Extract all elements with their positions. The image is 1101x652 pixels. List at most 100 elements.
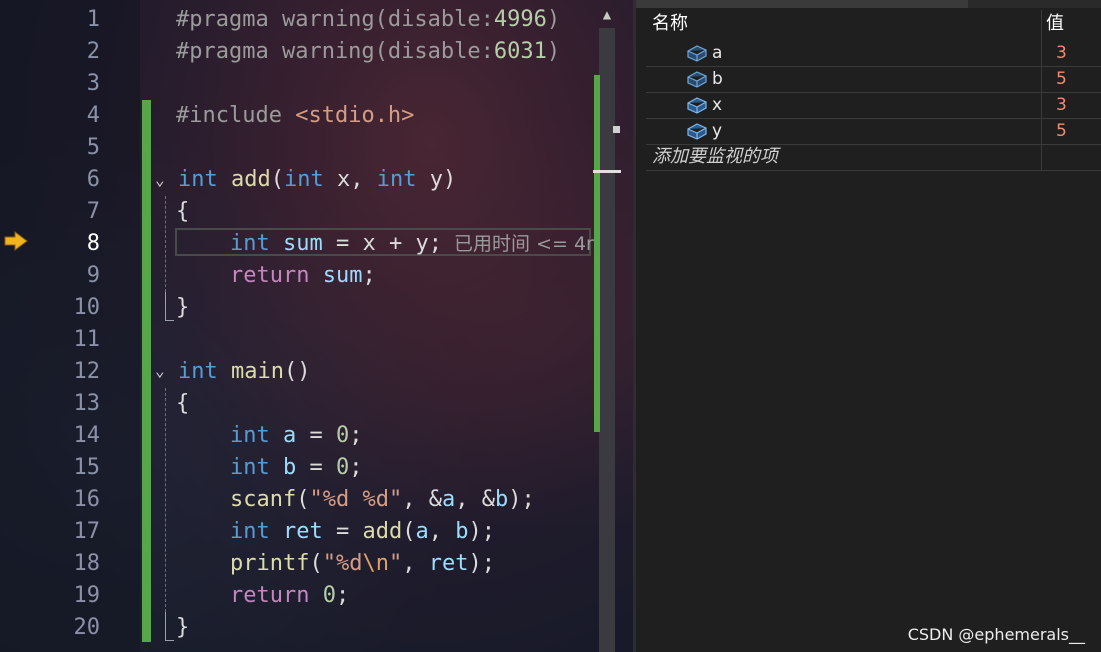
code-line[interactable]: int ret = add(a, b);	[230, 516, 495, 548]
punctuation: )	[442, 167, 457, 192]
code-line[interactable]: }	[176, 292, 189, 324]
line-number: 9	[86, 263, 100, 288]
keyword: int	[376, 167, 417, 192]
function-name: add	[362, 519, 403, 544]
elapsed-time-hint: 已用时间 <= 4r	[441, 233, 594, 255]
line-number: 14	[73, 423, 101, 448]
change-tracking-bar	[142, 100, 151, 642]
column-header-name[interactable]: 名称	[652, 10, 688, 38]
scroll-up-arrow-icon[interactable]: ▲	[599, 4, 615, 26]
line-number-current: 8	[86, 231, 100, 256]
fold-chevron-icon[interactable]: ⌄	[155, 362, 173, 380]
watch-item-value[interactable]: 3	[1056, 40, 1067, 66]
code-line[interactable]: int a = 0;	[230, 420, 363, 452]
line-number: 5	[86, 135, 100, 160]
vertical-scrollbar[interactable]	[599, 28, 615, 652]
number-literal: 0	[336, 455, 350, 480]
line-number: 19	[73, 583, 101, 608]
variable: ret	[428, 551, 469, 576]
keyword: int	[230, 231, 270, 256]
code-line[interactable]: int main()	[178, 356, 310, 388]
code-line[interactable]: {	[176, 388, 189, 420]
number-literal: 4996	[493, 7, 547, 32]
scope-bracket	[165, 612, 174, 641]
include-path: <stdio.h>	[295, 103, 415, 128]
keyword: int	[178, 359, 218, 384]
code-line[interactable]: #include <stdio.h>	[176, 100, 414, 132]
watch-item-value[interactable]: 5	[1056, 118, 1067, 144]
watch-item-name: y	[712, 121, 723, 141]
brace: {	[176, 199, 190, 224]
scrollbar-position-indicator[interactable]	[593, 170, 621, 173]
variable: sum	[309, 263, 363, 288]
column-header-value[interactable]: 值	[1046, 10, 1064, 38]
punctuation: );	[468, 551, 495, 576]
watch-row[interactable]: b 5	[646, 66, 1101, 93]
operator: =	[296, 455, 336, 480]
scrollbar-breakpoint-marker	[613, 126, 620, 133]
brace: {	[176, 391, 190, 416]
keyword-control: return	[230, 583, 310, 608]
add-watch-item-input[interactable]: 添加要监视的项	[652, 144, 778, 170]
keyword: int	[230, 423, 270, 448]
line-number: 4	[86, 103, 100, 128]
line-number: 2	[86, 39, 100, 64]
code-line[interactable]: #pragma warning(disable:4996)	[176, 4, 560, 36]
fold-chevron-icon[interactable]: ⌄	[155, 171, 173, 189]
punctuation: ;	[362, 263, 376, 288]
watch-item-value[interactable]: 5	[1056, 66, 1067, 92]
code-line[interactable]: return sum;	[230, 260, 376, 292]
code-line[interactable]: int b = 0;	[230, 452, 363, 484]
preprocessor-text: #include	[176, 103, 296, 128]
watch-toolbar-segment	[636, 0, 968, 8]
code-line[interactable]: #pragma warning(disable:6031)	[176, 36, 560, 68]
variable: a	[269, 423, 297, 448]
keyword: int	[178, 167, 218, 192]
code-line[interactable]: }	[176, 612, 189, 644]
punctuation: )	[546, 39, 561, 64]
variable: a	[441, 487, 456, 512]
code-line[interactable]: {	[176, 196, 189, 228]
keyword: int	[230, 519, 270, 544]
brace: }	[176, 295, 190, 320]
punctuation: (	[402, 519, 416, 544]
variable-cube-icon	[687, 123, 707, 140]
keyword: int	[230, 455, 270, 480]
punctuation: )	[546, 7, 561, 32]
code-line[interactable]: return 0;	[230, 580, 349, 612]
indent-guide	[165, 196, 166, 292]
brace: }	[176, 615, 190, 640]
variable-cube-icon	[687, 45, 707, 62]
watch-item-value[interactable]: 3	[1056, 92, 1067, 118]
watch-row[interactable]: x 3	[646, 92, 1101, 119]
line-number: 12	[73, 359, 101, 384]
scrollbar-change-marker	[594, 75, 600, 432]
param-text: x,	[323, 167, 377, 192]
watch-row[interactable]: y 5	[646, 118, 1101, 145]
code-line[interactable]: int add(int x, int y)	[178, 164, 456, 196]
watch-row[interactable]: a 3	[646, 40, 1101, 67]
expression: = x + y;	[322, 231, 442, 256]
number-literal: 0	[322, 583, 336, 608]
function-name: add	[217, 167, 271, 192]
code-editor[interactable]: 1 2 3 4 5 6 7 8 9 10 11 12 13 14 15 16 1…	[0, 0, 633, 652]
code-line[interactable]: printf("%d\n", ret);	[230, 548, 495, 580]
watch-item-name: a	[712, 43, 723, 63]
param-text: y	[416, 167, 443, 192]
variable: b	[269, 455, 297, 480]
punctuation: ,	[428, 519, 456, 544]
function-name: main	[217, 359, 284, 384]
line-number: 17	[73, 519, 101, 544]
code-line[interactable]: scanf("%d %d", &a, &b);	[230, 484, 535, 516]
string-literal: "%d %d"	[309, 487, 403, 512]
variable-cube-icon	[687, 71, 707, 88]
punctuation: ;	[349, 455, 363, 480]
line-number: 6	[86, 167, 100, 192]
code-line-current[interactable]: int sum = x + y; 已用时间 <= 4r	[230, 228, 594, 260]
watch-window[interactable]: 名称 值 a 3 b 5 x 3 y 5 添加要监视的项 CSDN @ephem…	[636, 0, 1101, 652]
punctuation: , &	[455, 487, 495, 512]
punctuation: (	[296, 487, 310, 512]
punctuation: ,	[402, 551, 429, 576]
escape-sequence: \n	[362, 551, 389, 576]
